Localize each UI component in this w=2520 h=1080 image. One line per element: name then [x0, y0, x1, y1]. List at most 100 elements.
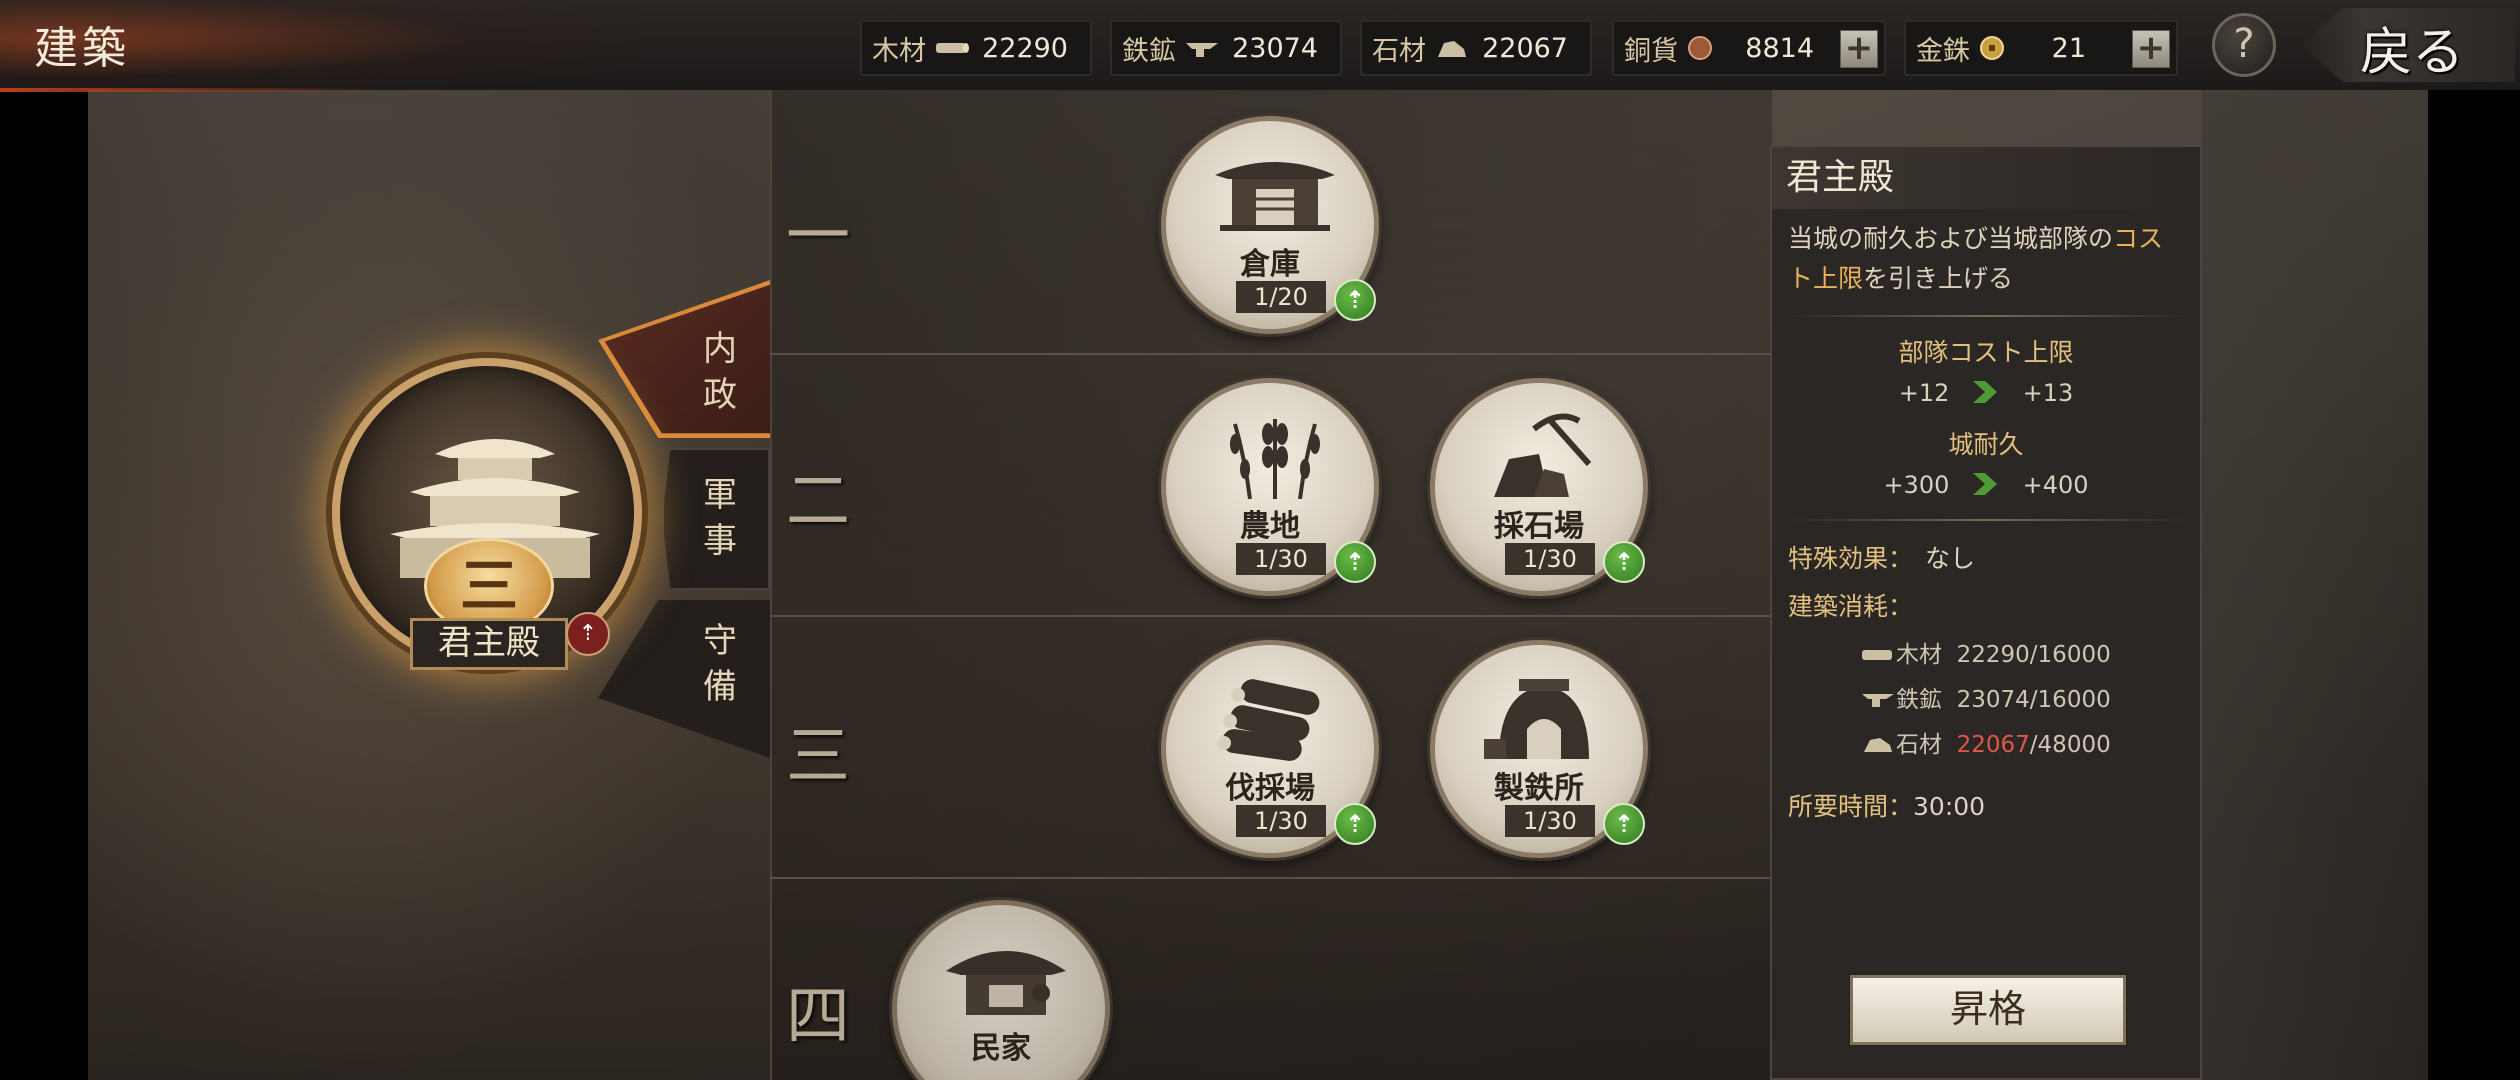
building-name: 農地 [1240, 509, 1300, 544]
tier-divider [770, 877, 1772, 879]
building-count: 1/30 [1236, 805, 1326, 837]
cost-name: 石材 [1896, 732, 1942, 758]
top-bar: 建築 木材 22290 鉄鉱 23074 石材 22067 銅貨 8814 + … [0, 0, 2520, 94]
resource-label: 木材 [872, 35, 926, 67]
stat-to: +13 [2022, 379, 2074, 407]
tier-number: 二 [786, 465, 850, 539]
add-copper-button[interactable]: + [1840, 30, 1878, 68]
tab-shape [598, 600, 770, 758]
stat-label: 部隊コスト上限 [1898, 338, 2074, 367]
tier-divider [770, 353, 1772, 355]
resource-iron: 鉄鉱 23074 [1110, 20, 1342, 76]
resource-gold: 金銖 21 + [1904, 20, 2178, 76]
building-warehouse[interactable]: 倉庫 1/20 ⇡ [1161, 116, 1379, 334]
info-description: 当城の耐久および当城部隊のコスト上限を引き上げる [1788, 219, 2188, 299]
upgrade-arrow-icon[interactable]: ⇡ [1603, 803, 1645, 845]
cost-name: 木材 [1896, 642, 1942, 668]
increase-arrow-icon [1973, 473, 1997, 495]
tier-number: 三 [786, 720, 850, 794]
upgrade-arrow-icon[interactable]: ⇡ [1603, 541, 1645, 583]
special-effect: 特殊効果： なし [1788, 539, 1975, 575]
right-pane-background [2202, 90, 2428, 1080]
resource-label: 金銖 [1916, 35, 1970, 67]
tab-shubi[interactable]: 守備 [598, 600, 770, 758]
tier-divider [770, 615, 1772, 617]
resource-value: 22290 [982, 32, 1068, 64]
add-gold-button[interactable]: + [2132, 30, 2170, 68]
cost-have: 22290 [1956, 642, 2030, 668]
cost-need: /16000 [2029, 642, 2111, 668]
resource-label: 石材 [1372, 35, 1426, 67]
stone-icon [1864, 738, 1892, 752]
desc-text: を引き上げる [1863, 264, 2014, 293]
iron-icon [1186, 43, 1218, 57]
cost-have: 23074 [1956, 687, 2030, 713]
building-name: 製鉄所 [1494, 771, 1584, 806]
tab-shape [598, 280, 770, 438]
wood-icon [936, 43, 969, 53]
build-time: 所要時間：30:00 [1788, 787, 1985, 823]
resource-label: 銅貨 [1624, 35, 1678, 67]
stat-values: +300 +400 [1772, 469, 2200, 499]
back-button-label: 戻る [2360, 23, 2465, 83]
building-info-panel: 君主殿 当城の耐久および当城部隊のコスト上限を引き上げる 部隊コスト上限 +12… [1770, 145, 2202, 1080]
increase-arrow-icon [1973, 381, 1997, 403]
cost-row-stone: 石材 22067/48000 [1860, 725, 2111, 759]
tab-label: 内政 [703, 329, 737, 415]
stat-to: +400 [2022, 471, 2089, 499]
building-lumber-camp[interactable]: 伐採場 1/30 ⇡ [1161, 640, 1379, 858]
cost-need: /48000 [2029, 732, 2111, 758]
upgrade-arrow-icon[interactable]: ⇡ [566, 612, 610, 656]
wheat-icon [1230, 419, 1320, 499]
tier-number: 四 [786, 980, 850, 1054]
building-name: 伐採場 [1225, 771, 1315, 806]
special-effect-label: 特殊効果： [1788, 544, 1914, 573]
desc-text: 当城の耐久および当城部隊の [1788, 224, 2114, 253]
upgrade-arrow-icon[interactable]: ⇡ [1334, 541, 1376, 583]
building-count: 1/30 [1236, 543, 1326, 575]
pickaxe-icon [1494, 413, 1592, 497]
resource-value: 8814 [1745, 32, 1814, 64]
stat-from: +12 [1898, 379, 1950, 407]
resource-label: 鉄鉱 [1122, 35, 1176, 67]
copper-coin-icon [1688, 36, 1712, 60]
castle-name-plate: 君主殿 [410, 618, 568, 670]
building-ironworks[interactable]: 製鉄所 1/30 ⇡ [1430, 640, 1648, 858]
build-time-value: 30:00 [1913, 792, 1986, 821]
building-count: 1/30 [1505, 805, 1595, 837]
tab-gunji[interactable]: 軍事 [662, 448, 770, 590]
stone-icon [1438, 41, 1466, 57]
cost-have-insufficient: 22067 [1956, 732, 2030, 758]
resource-copper: 銅貨 8814 + [1612, 20, 1886, 76]
stat-label: 城耐久 [1948, 430, 2024, 459]
furnace-icon [1484, 679, 1589, 759]
resource-value: 21 [2051, 32, 2086, 64]
cost-need: /16000 [2029, 687, 2111, 713]
building-count: 1/30 [1505, 543, 1595, 575]
iron-icon [1862, 694, 1894, 707]
resource-wood: 木材 22290 [860, 20, 1092, 76]
back-button[interactable]: 戻る [2300, 8, 2515, 83]
cost-row-wood: 木材 22290/16000 [1860, 635, 2111, 669]
building-quarry[interactable]: 採石場 1/30 ⇡ [1430, 378, 1648, 596]
tab-naisei[interactable]: 内政 [598, 280, 770, 438]
tab-label: 軍事 [703, 475, 737, 561]
cost-name: 鉄鉱 [1896, 687, 1942, 713]
building-count: 1/20 [1236, 281, 1326, 313]
promote-button[interactable]: 昇格 [1850, 975, 2126, 1045]
building-name: 採石場 [1494, 509, 1584, 544]
logs-icon [1217, 679, 1320, 761]
help-button[interactable]: ? [2212, 13, 2276, 77]
gold-coin-icon [1980, 36, 2004, 60]
house-icon [946, 951, 1066, 1015]
building-farmland[interactable]: 農地 1/30 ⇡ [1161, 378, 1379, 596]
info-title: 君主殿 [1772, 147, 2200, 209]
page-title: 建築 [34, 23, 130, 74]
upgrade-arrow-icon[interactable]: ⇡ [1334, 279, 1376, 321]
warehouse-icon [1215, 162, 1335, 231]
build-time-label: 所要時間： [1788, 792, 1914, 821]
stat-from: +300 [1883, 471, 1950, 499]
stat-values: +12 +13 [1772, 377, 2200, 407]
upgrade-arrow-icon[interactable]: ⇡ [1334, 803, 1376, 845]
resource-stone: 石材 22067 [1360, 20, 1592, 76]
